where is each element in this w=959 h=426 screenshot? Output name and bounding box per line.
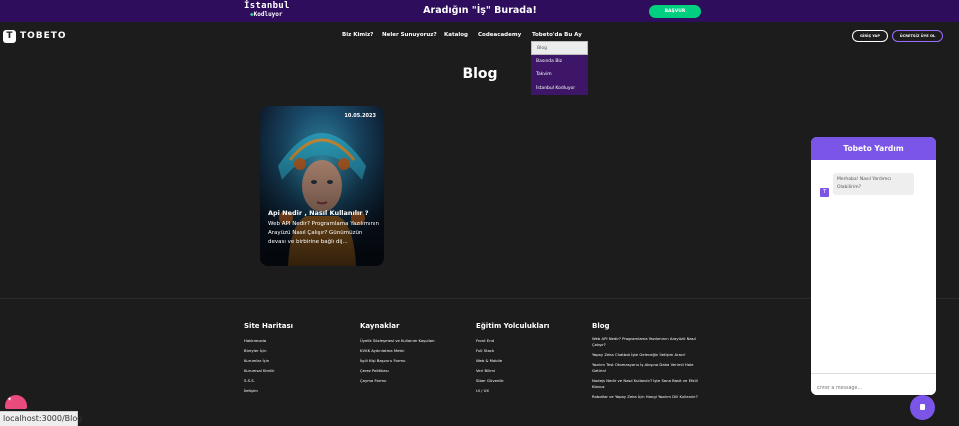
nav-link-tobetoda-bu-ay[interactable]: Tobeto'da Bu Ay <box>532 32 582 38</box>
brand-name: TOBETO <box>20 31 67 41</box>
page-title: Blog <box>462 66 498 82</box>
footer-heading: Site Haritası <box>244 322 294 330</box>
dropdown-item-basinda-biz[interactable]: Basında Biz <box>531 55 588 69</box>
nav-link-biz-kimiz[interactable]: Biz Kimiz? <box>342 32 373 38</box>
chat-message-input[interactable] <box>817 386 927 391</box>
chat-header: Tobeto Yardım <box>811 137 936 160</box>
signup-button[interactable]: ÜCRETSİZ ÜYE OL <box>892 30 943 42</box>
login-button[interactable]: GİRİŞ YAP <box>852 30 888 42</box>
footer-link[interactable]: UI / UX <box>476 386 549 396</box>
footer-link[interactable]: Çerez Politikası <box>360 366 435 376</box>
footer-blog-link[interactable]: Yapay Zeka Chatbot İşte Geleceğin İletiş… <box>592 352 707 358</box>
blog-card-date: 10.05.2023 <box>344 113 376 119</box>
chat-input-area <box>811 373 936 395</box>
footer-blog-link[interactable]: Robotlar ve Yapay Zeka İçin Hangi Yazılı… <box>592 394 707 400</box>
chat-widget: Tobeto Yardım Merhaba! Nasıl Yardımcı Ol… <box>811 137 936 395</box>
footer-link[interactable]: Web & Mobile <box>476 356 549 366</box>
footer-link[interactable]: Hakkımızda <box>244 336 293 346</box>
footer-link[interactable]: Kurumlar İçin <box>244 356 293 366</box>
footer-link[interactable]: Full Stack <box>476 346 549 356</box>
footer-link[interactable]: Kurumsal Kimlik <box>244 366 293 376</box>
footer-link[interactable]: İletişim <box>244 386 293 396</box>
footer-heading: Eğitim Yolculukları <box>476 322 550 330</box>
logo-line2: ◆Kodluyor <box>250 11 283 18</box>
browser-status-url: localhost:3000/Blog <box>0 411 82 426</box>
dropdown-item-takvim[interactable]: Takvim <box>531 68 588 82</box>
footer-link[interactable]: Siber Güvenlik <box>476 376 549 386</box>
footer-link[interactable]: Bireyler İçin <box>244 346 293 356</box>
nav-link-neler-sunuyoruz[interactable]: Neler Sunuyoruz? <box>382 32 437 38</box>
footer-link[interactable]: İlgili Kişi Başvuru Formu <box>360 356 435 366</box>
tobeto-mark-icon: T <box>3 29 16 43</box>
chat-bot-message: Merhaba! Nasıl Yardımcı Olabilirim? <box>833 173 914 195</box>
blog-card-description: Web API Nedir? Programlama Yazılımının A… <box>268 221 380 245</box>
blog-card[interactable]: 10.05.2023 Api Nedir , Nasıl Kullanılır … <box>260 106 384 266</box>
footer-link[interactable]: S.S.S. <box>244 376 293 386</box>
footer-link[interactable]: Veri Bilimi <box>476 366 549 376</box>
footer-heading: Blog <box>592 322 610 330</box>
tobetoda-bu-ay-dropdown: Blog Basında Biz Takvim İstanbul Kodluyo… <box>531 41 588 95</box>
chat-widget-icon[interactable] <box>910 395 935 420</box>
main-navbar: T TOBETO Biz Kimiz? Neler Sunuyoruz? Kat… <box>0 22 959 50</box>
istanbul-kodluyor-logo[interactable]: İstanbul ◆Kodluyor <box>244 2 292 20</box>
footer-blog-link[interactable]: Nodejs Nedir ve Nasıl Kullanılır? İşte S… <box>592 378 707 390</box>
badge-icon[interactable]: ✦ <box>5 395 27 409</box>
footer-link[interactable]: Çayma Formu <box>360 376 435 386</box>
footer-link[interactable]: KVKK Aydınlatma Metni <box>360 346 435 356</box>
nav-link-codeacademy[interactable]: Codeacademy <box>478 32 521 38</box>
footer-heading: Kaynaklar <box>360 322 400 330</box>
dropdown-item-blog[interactable]: Blog <box>531 41 588 55</box>
announcement-bar: İstanbul ◆Kodluyor Aradığın "İş" Burada!… <box>0 0 959 22</box>
blog-card-title: Api Nedir , Nasıl Kullanılır ? <box>268 209 369 217</box>
footer-blog-link[interactable]: Yazılım Test Otomasyonu İş Akışına Daha … <box>592 362 707 374</box>
footer-education: Eğitim Yolculukları Front End Full Stack… <box>476 322 549 396</box>
apply-button[interactable]: BAŞVUR <box>649 5 701 18</box>
dropdown-item-istanbul-kodluyor[interactable]: İstanbul Kodluyor <box>531 82 588 96</box>
footer-link[interactable]: Front End <box>476 336 549 346</box>
footer-link[interactable]: Üyelik Sözleşmesi ve Kullanım Koşulları <box>360 336 435 346</box>
announcement-title: Aradığın "İş" Burada! <box>423 5 537 16</box>
footer-resources: Kaynaklar Üyelik Sözleşmesi ve Kullanım … <box>360 322 435 386</box>
chat-bot-avatar: T <box>820 188 829 197</box>
footer-site-map: Site Haritası Hakkımızda Bireyler İçin K… <box>244 322 293 396</box>
footer-blog-link[interactable]: Web API Nedir? Programlama Yazılımının A… <box>592 336 707 348</box>
tobeto-logo[interactable]: T TOBETO <box>3 29 67 43</box>
nav-link-katalog[interactable]: Katalog <box>444 32 468 38</box>
logo-line1: İstanbul <box>244 1 290 11</box>
footer-blog: Blog Web API Nedir? Programlama Yazılımı… <box>592 322 707 404</box>
